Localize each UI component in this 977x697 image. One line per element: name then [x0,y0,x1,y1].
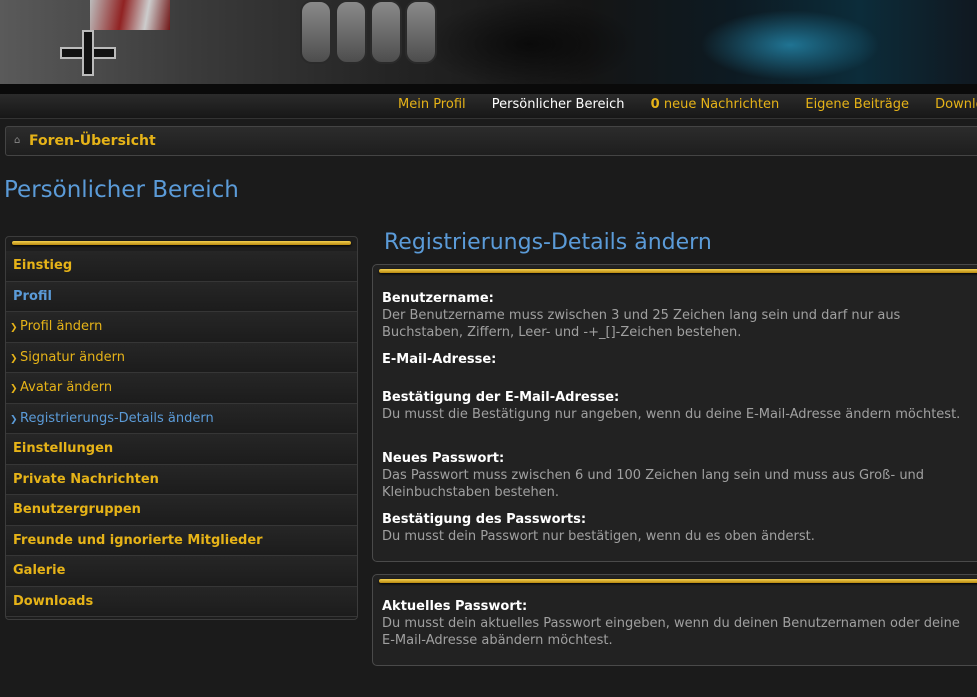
sidebar-item-edit-profile[interactable]: ❯ Profil ändern [6,312,357,343]
sidebar-item-label: Benutzergruppen [13,502,141,517]
home-icon: ⌂ [14,135,21,146]
sidebar-item-profile[interactable]: Profil [6,281,357,312]
banner-flag [90,0,170,30]
iron-cross-emblem [60,30,116,76]
sidebar-item-edit-avatar[interactable]: ❯ Avatar ändern [6,373,357,404]
username-label: Benutzername: [382,291,494,306]
sidebar-item-downloads[interactable]: Downloads [6,586,357,617]
sidebar-item-label: Registrierungs-Details ändern [20,410,214,426]
nav-personal-area[interactable]: Persönlicher Bereich [492,97,625,112]
sidebar-item-settings[interactable]: Einstellungen [6,434,357,465]
header-banner [0,0,977,88]
username-field: Benutzername: Der Benutzername muss zwis… [382,291,962,341]
message-count: 0 [650,97,660,112]
sidebar-item-label: Freunde und ignorierte Mitglieder [13,532,263,548]
password-confirm-field: Bestätigung des Passworts: Du musst dein… [382,512,962,545]
chevron-right-icon: ❯ [10,414,18,425]
sidebar-item-edit-signature[interactable]: ❯ Signatur ändern [6,342,357,373]
sidebar-item-label: Einstieg [13,258,73,273]
sidebar-item-private-messages[interactable]: Private Nachrichten [6,464,357,495]
chevron-right-icon: ❯ [10,323,18,333]
sidebar-item-label: Avatar ändern [20,380,113,395]
current-password-field: Aktuelles Passwort: Du musst dein aktuel… [382,599,962,649]
nav-my-profile[interactable]: Mein Profil [398,97,466,112]
current-password-description: Du musst dein aktuelles Passwort eingebe… [382,616,960,648]
email-confirm-description: Du musst die Bestätigung nur angeben, we… [382,407,961,422]
new-password-field: Neues Passwort: Das Passwort muss zwisch… [382,451,962,501]
sidebar-item-label: Profil ändern [20,319,103,334]
username-description: Der Benutzername muss zwischen 3 und 25 … [382,308,901,340]
breadcrumb-forum-index[interactable]: Foren-Übersicht [29,133,156,149]
sidebar-item-registration-details[interactable]: ❯ Registrierungs-Details ändern [6,403,357,434]
sidebar-item-gallery[interactable]: Galerie [6,556,357,587]
registration-details-panel: Benutzername: Der Benutzername muss zwis… [372,264,977,562]
email-label: E-Mail-Adresse: [382,352,497,367]
section-title: Registrierungs-Details ändern [384,230,712,255]
sidebar-gold-divider [12,241,351,245]
chevron-right-icon: ❯ [10,384,18,394]
panel-gold-divider [379,269,977,273]
new-password-description: Das Passwort muss zwischen 6 und 100 Zei… [382,468,925,500]
current-password-panel: Aktuelles Passwort: Du musst dein aktuel… [372,574,977,666]
email-field: E-Mail-Adresse: [382,352,962,368]
sidebar: Einstieg Profil ❯ Profil ändern ❯ Signatur… [5,236,358,620]
email-confirm-label: Bestätigung der E-Mail-Adresse: [382,390,620,405]
top-navbar: Mein Profil Persönlicher Bereich 0 neue … [0,94,977,119]
chevron-right-icon: ❯ [10,353,18,364]
sidebar-item-label: Galerie [13,563,66,578]
breadcrumb: ⌂ Foren-Übersicht [5,126,977,156]
sidebar-item-label: Downloads [13,593,94,609]
page-title: Persönlicher Bereich [4,177,239,203]
email-confirm-field: Bestätigung der E-Mail-Adresse: Du musst… [382,390,962,423]
nav-own-posts[interactable]: Eigene Beiträge [805,97,909,112]
sidebar-item-label: Signatur ändern [20,349,125,365]
password-confirm-label: Bestätigung des Passworts: [382,512,587,527]
sidebar-item-label: Private Nachrichten [13,471,159,487]
sidebar-item-friends-foes[interactable]: Freunde und ignorierte Mitglieder [6,525,357,556]
sidebar-item-overview[interactable]: Einstieg [6,251,357,282]
nav-downloads[interactable]: Downloads [935,97,977,112]
sidebar-item-usergroups[interactable]: Benutzergruppen [6,495,357,526]
sidebar-item-label: Profil [13,288,52,304]
nav-new-messages-label: neue Nachrichten [663,97,780,112]
nav-new-messages[interactable]: 0 neue Nachrichten [651,97,780,112]
current-password-label: Aktuelles Passwort: [382,599,528,614]
new-password-label: Neues Passwort: [382,451,505,466]
panel-gold-divider [379,579,977,583]
sidebar-item-label: Einstellungen [13,441,114,456]
password-confirm-description: Du musst dein Passwort nur bestätigen, w… [382,529,815,544]
